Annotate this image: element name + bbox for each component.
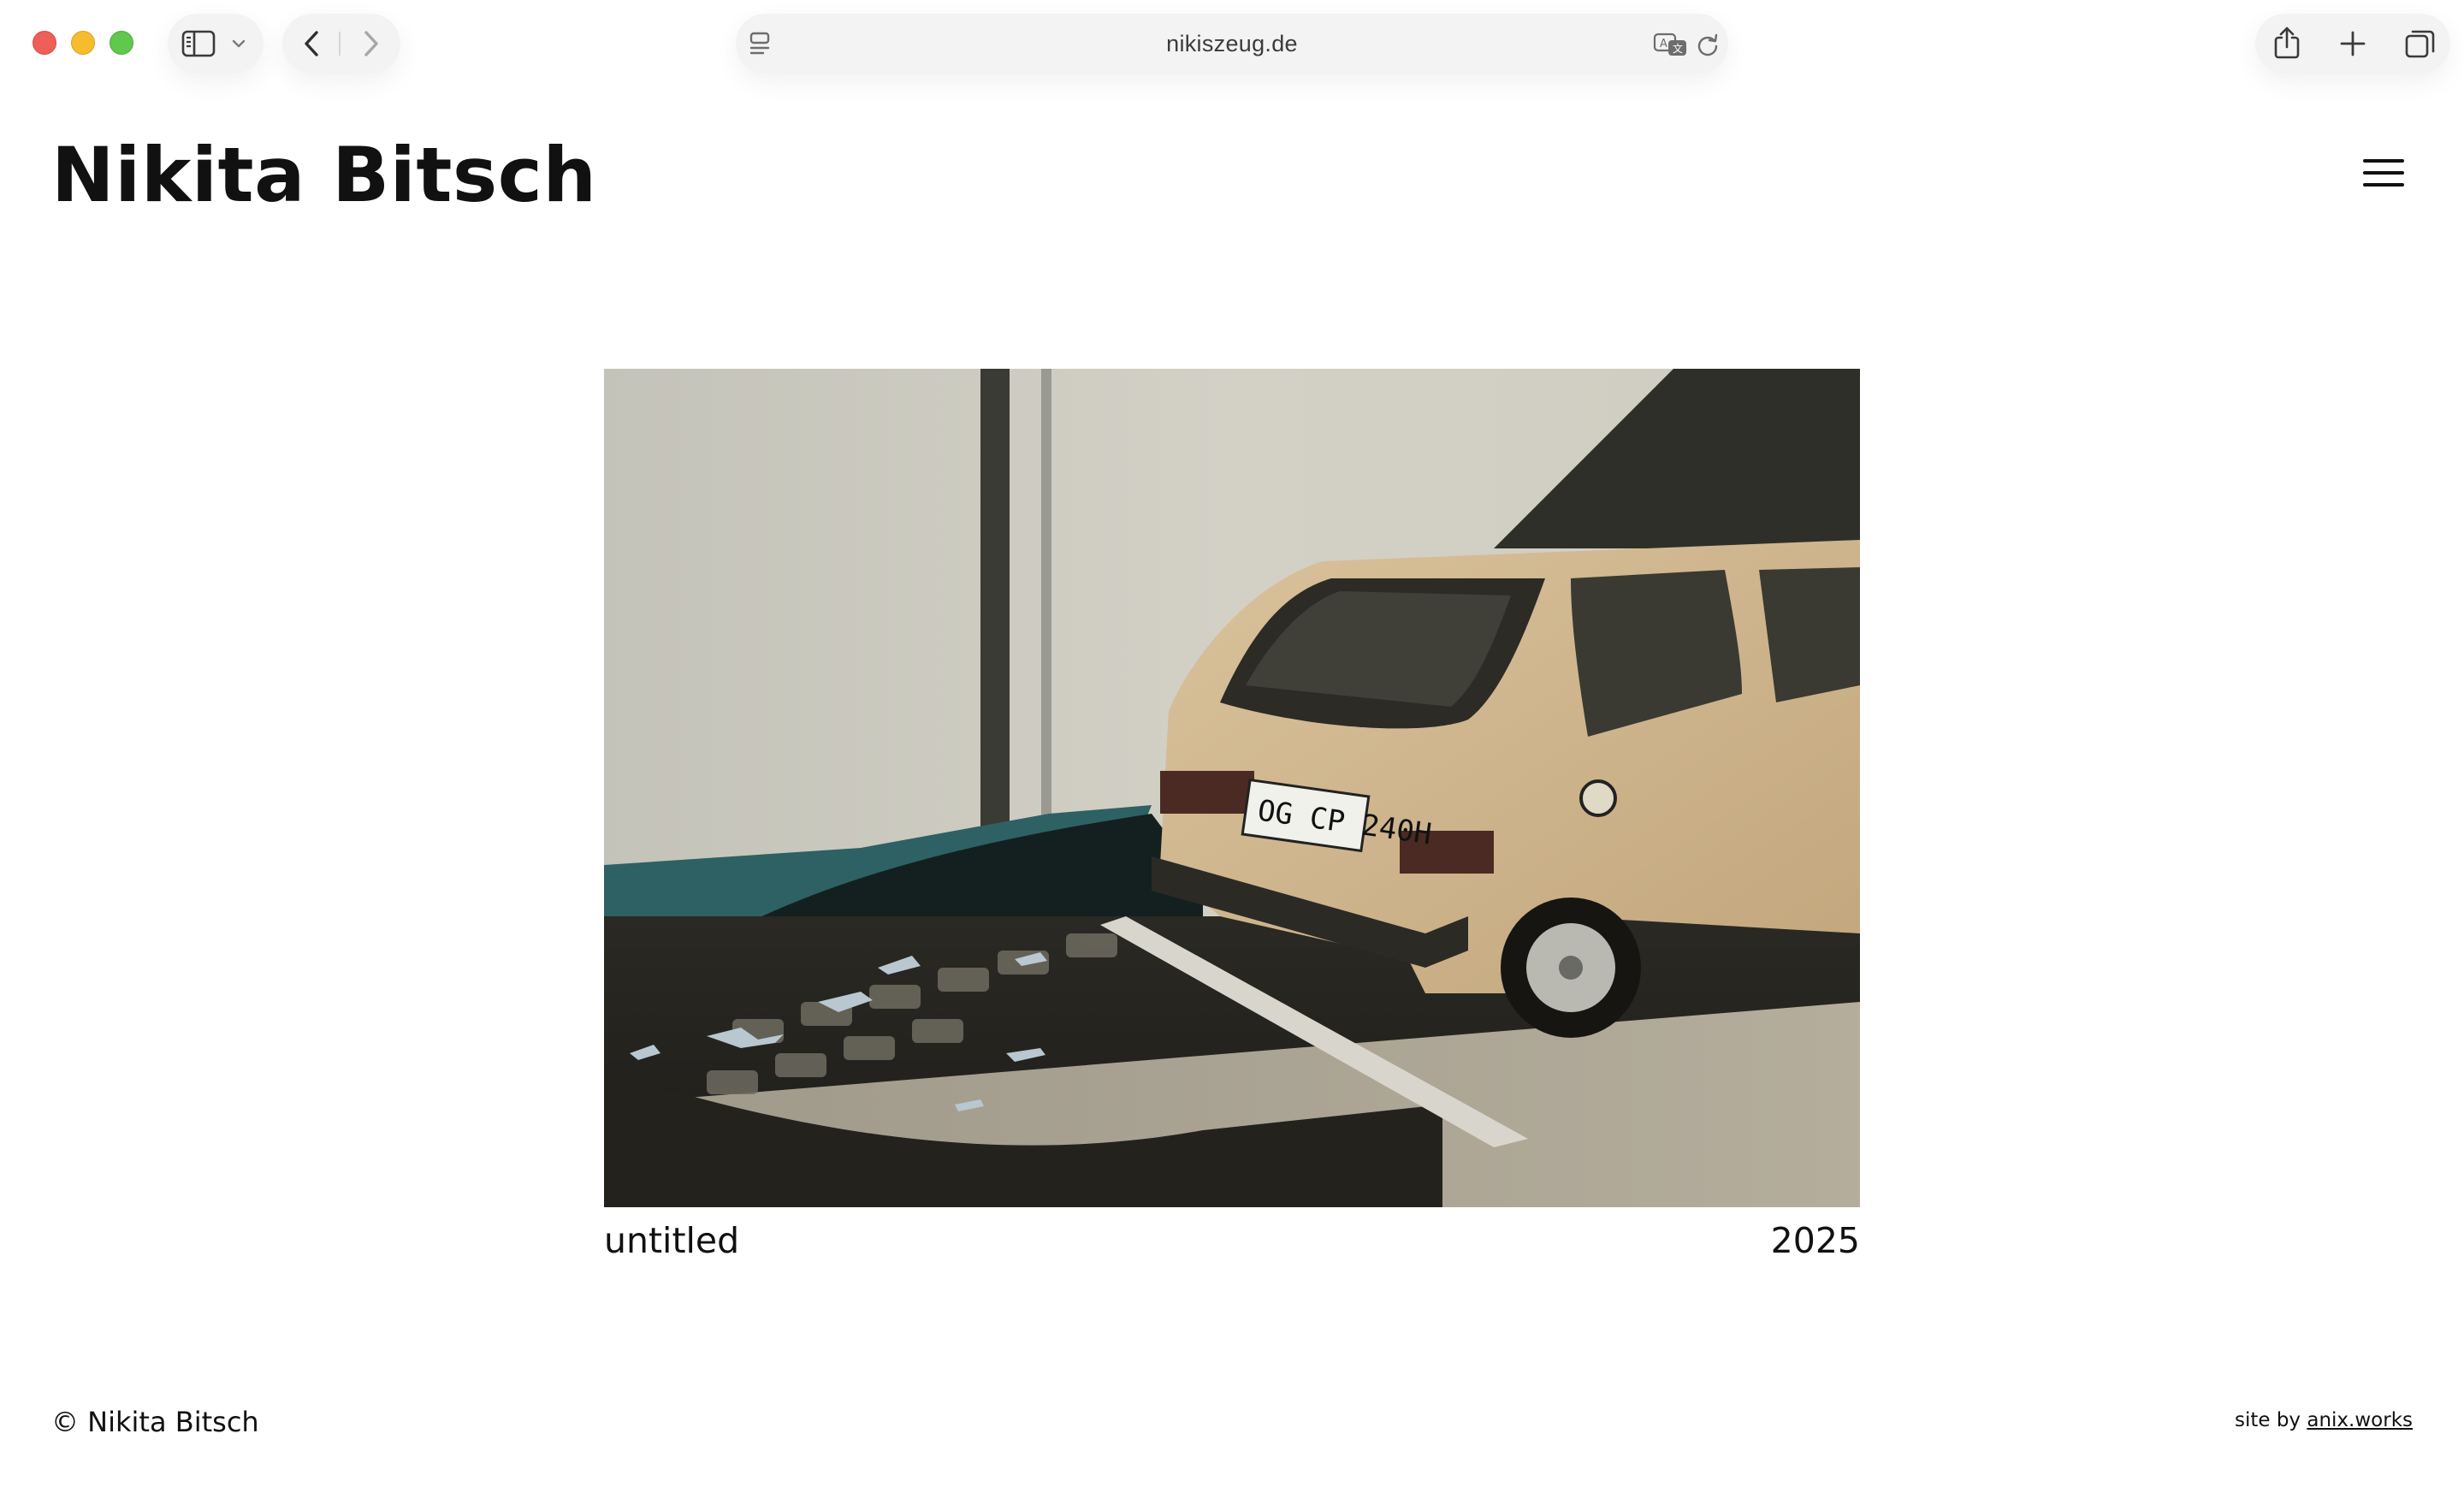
car-photograph: OG CP 240H [604,369,1860,1207]
footer-credit: site by anix.works [2235,1403,2413,1437]
history-navigation [282,14,400,74]
plus-icon[interactable] [2339,30,2366,57]
close-window-button[interactable] [33,31,56,55]
browser-toolbar: nikiszeug.de A 文 [0,0,2464,89]
tab-overview-icon[interactable] [2404,28,2437,59]
sidebar-icon[interactable] [181,30,216,57]
reload-icon[interactable] [1696,33,1720,56]
url-text[interactable]: nikiszeug.de [736,14,1728,74]
fullscreen-window-button[interactable] [110,31,133,55]
footer-credit-link[interactable]: anix.works [2307,1409,2413,1431]
footer-copyright: © Nikita Bitsch [51,1406,259,1438]
footer-credit-prefix: site by [2234,1409,2301,1431]
minimize-window-button[interactable] [71,31,95,55]
artwork-year: 2025 [1770,1220,1860,1261]
translate-icon[interactable]: A 文 [1653,31,1689,58]
address-bar[interactable]: nikiszeug.de A 文 [736,14,1728,74]
navigation-divider [339,32,341,56]
svg-text:文: 文 [1673,42,1683,55]
chevron-down-icon[interactable] [231,38,246,50]
sidebar-toggle-group [168,14,264,74]
svg-text:A: A [1660,38,1667,50]
hamburger-menu-icon[interactable] [2363,154,2404,192]
site-title[interactable]: Nikita Bitsch [51,128,597,222]
toolbar-actions [2255,14,2450,74]
menu-line [2363,171,2404,175]
share-icon[interactable] [2272,26,2301,60]
chevron-right-icon[interactable] [358,28,383,59]
menu-line [2363,159,2404,163]
chevron-left-icon[interactable] [299,28,325,59]
artwork-title: untitled [604,1220,740,1261]
artwork-photo[interactable]: OG CP 240H [604,369,1860,1207]
menu-line [2363,183,2404,187]
